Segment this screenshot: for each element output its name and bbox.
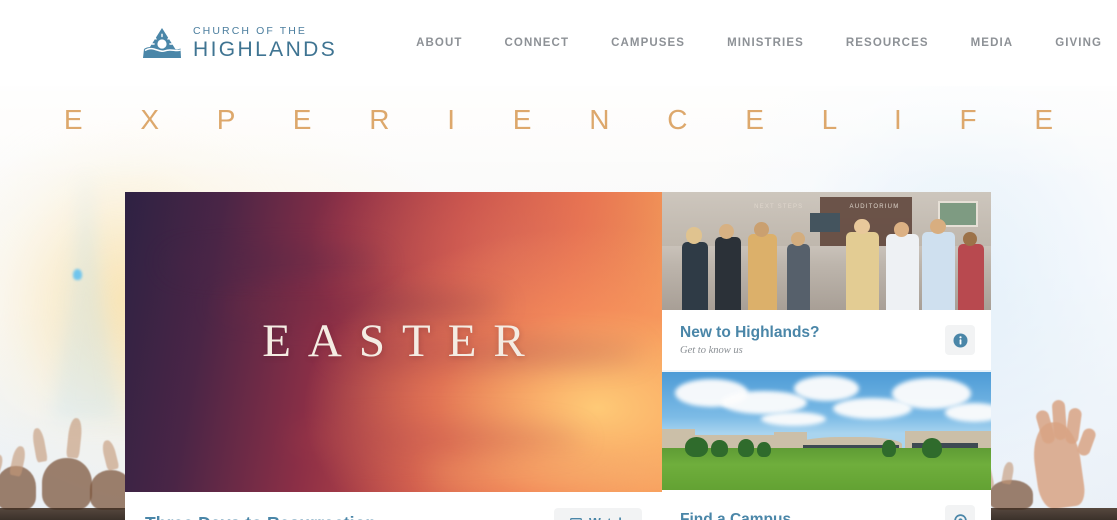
- card-heading-find-a-campus: Find a Campus: [680, 511, 792, 520]
- nav-connect[interactable]: CONNECT: [505, 37, 570, 49]
- nav-about[interactable]: ABOUT: [416, 37, 462, 49]
- stage-light-beam: [52, 170, 120, 420]
- nav-resources[interactable]: RESOURCES: [846, 37, 929, 49]
- side-cards-column: NEXT STEPS AUDITORIUM New to Highlands? …: [662, 192, 991, 520]
- site-logo[interactable]: CHURCH OF THE HIGHLANDS: [142, 24, 338, 62]
- nav-campuses[interactable]: CAMPUSES: [611, 37, 685, 49]
- nav-media[interactable]: MEDIA: [971, 37, 1014, 49]
- card-body-find-a-campus: Find a Campus: [662, 490, 991, 520]
- content-grid: EASTER Three Days to Resurrection Watch …: [125, 192, 991, 520]
- main-navigation: ABOUT CONNECT CAMPUSES MINISTRIES RESOUR…: [395, 32, 1117, 54]
- feature-card-easter[interactable]: EASTER Three Days to Resurrection Watch: [125, 192, 662, 520]
- card-subheading-new-to-highlands: Get to know us: [680, 345, 743, 356]
- location-pin-icon: [953, 513, 967, 520]
- card-body-new-to-highlands: New to Highlands? Get to know us: [662, 310, 991, 370]
- crowd-silhouettes-right: [973, 390, 1117, 510]
- easter-banner-title: EASTER: [262, 315, 542, 367]
- card-heading-new-to-highlands: New to Highlands?: [680, 324, 820, 341]
- feature-card-body: Three Days to Resurrection Watch: [125, 492, 662, 520]
- nav-giving[interactable]: GIVING: [1055, 37, 1102, 49]
- card-find-a-campus[interactable]: Find a Campus: [662, 372, 991, 520]
- card-new-to-highlands[interactable]: NEXT STEPS AUDITORIUM New to Highlands? …: [662, 192, 991, 370]
- logo-text-top: CHURCH OF THE: [193, 24, 308, 37]
- easter-banner-image: EASTER: [125, 192, 662, 492]
- crowd-silhouettes-left: [0, 390, 140, 510]
- logo-text-main: HIGHLANDS: [193, 38, 338, 62]
- info-icon: [953, 333, 967, 347]
- stage-light-source: [73, 269, 82, 280]
- new-to-highlands-info-button[interactable]: [945, 325, 975, 355]
- find-a-campus-location-button[interactable]: [945, 505, 975, 520]
- hero-tagline: E X P E R I E N C E L I F E: [63, 104, 1079, 135]
- watch-button-label: Watch: [589, 516, 626, 520]
- mountain-sun-logo-icon: [143, 27, 181, 58]
- lobby-photo: NEXT STEPS AUDITORIUM: [662, 192, 991, 310]
- feature-heading: Three Days to Resurrection: [145, 513, 376, 520]
- nav-ministries[interactable]: MINISTRIES: [727, 37, 804, 49]
- site-header: CHURCH OF THE HIGHLANDS ABOUT CONNECT CA…: [0, 0, 1117, 86]
- watch-button[interactable]: Watch: [553, 508, 642, 520]
- campus-photo: [662, 372, 991, 490]
